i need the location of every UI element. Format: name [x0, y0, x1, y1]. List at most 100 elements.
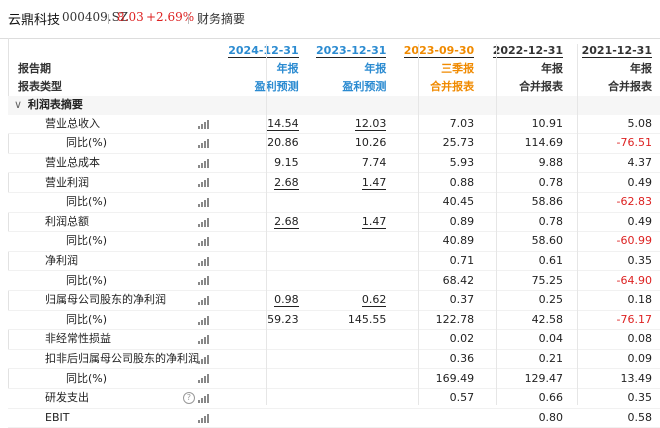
table-cell[interactable]: 0.62 — [306, 290, 395, 311]
table-cell: 145.55 — [306, 310, 395, 331]
bar-chart-icon[interactable] — [197, 374, 209, 384]
breadcrumb-financial-summary[interactable]: 财务摘要 — [197, 10, 245, 27]
table-cell — [218, 270, 307, 291]
bar-chart-icon[interactable] — [197, 393, 209, 403]
divider — [496, 44, 497, 405]
stock-header: 云鼎科技 000409.SZ 8.03 +2.69% 财务摘要 — [0, 0, 660, 39]
table-cell: 0.37 — [394, 290, 483, 311]
table-cell[interactable]: 1.47 — [306, 212, 395, 233]
column-type: 盈利预测 — [254, 80, 299, 93]
table-cell: 10.26 — [306, 133, 395, 154]
bar-chart-icon[interactable] — [197, 335, 209, 345]
bar-chart-icon[interactable] — [197, 276, 209, 286]
chevron-down-icon[interactable]: ∨ — [8, 98, 22, 111]
table-row: 同比(%) 20.86 10.26 25.73 114.69 -76.51 — [8, 133, 660, 154]
table-cell — [306, 231, 395, 252]
table-cell: -60.99 — [571, 231, 660, 252]
divider — [418, 44, 419, 405]
table-row: 研发支出? 0.57 0.66 0.35 — [8, 388, 660, 409]
row-label: 扣非后归属母公司股东的净利润 — [45, 352, 199, 366]
table-cell — [306, 270, 395, 291]
table-cell[interactable]: 12.03 — [306, 114, 395, 135]
table-cell: 7.74 — [306, 153, 395, 174]
row-label: 研发支出 — [45, 391, 89, 405]
table-cell — [306, 388, 395, 409]
table-row: 营业总收入 14.54 12.03 7.03 10.91 5.08 — [8, 114, 660, 135]
bar-chart-icon[interactable] — [197, 158, 209, 168]
bar-chart-icon[interactable] — [197, 256, 209, 266]
stock-name: 云鼎科技 — [8, 13, 61, 28]
divider — [577, 44, 578, 405]
report-period-label: 报告期 — [18, 62, 51, 75]
bar-chart-icon[interactable] — [197, 197, 209, 207]
bar-chart-icon[interactable] — [197, 178, 209, 188]
table-cell: 0.35 — [571, 388, 660, 409]
row-label: 营业总成本 — [45, 156, 100, 170]
row-label: 净利润 — [45, 254, 78, 268]
header-row-period: 报告期 年报 年报 三季报 年报 年报 — [8, 60, 660, 78]
table-cell[interactable]: 1.47 — [306, 172, 395, 193]
table-cell[interactable]: 14.54 — [218, 114, 307, 135]
column-period: 年报 — [630, 62, 652, 75]
table-row: 同比(%) 169.49 129.47 13.49 — [8, 368, 660, 389]
table-cell: 0.49 — [571, 212, 660, 233]
bar-chart-icon[interactable] — [197, 295, 209, 305]
table-cell: -76.51 — [571, 133, 660, 154]
help-icon[interactable]: ? — [182, 391, 195, 404]
table-cell: -76.17 — [571, 310, 660, 331]
stock-change: +2.69% — [146, 10, 195, 24]
table-row: 同比(%) 40.45 58.86 -62.83 — [8, 192, 660, 213]
divider — [188, 14, 189, 24]
divider — [266, 44, 267, 405]
table-cell: 40.89 — [394, 231, 483, 252]
table-cell: 25.73 — [394, 133, 483, 154]
header-row-type: 报表类型 盈利预测 盈利预测 合并报表 合并报表 合并报表 — [8, 78, 660, 96]
table-cell — [394, 408, 483, 428]
table-cell — [218, 329, 307, 350]
table-cell: 0.09 — [571, 349, 660, 370]
column-period: 三季报 — [441, 62, 475, 75]
stock-price: 8.03 — [117, 10, 144, 24]
financial-summary-table: 2024-12-31 2023-12-31 2023-09-30 2022-12… — [8, 42, 660, 428]
section-income-summary[interactable]: ∨ 利润表摘要 — [8, 96, 660, 115]
bar-chart-icon[interactable] — [197, 217, 209, 227]
column-date[interactable]: 2023-12-31 — [307, 42, 395, 60]
row-label: 同比(%) — [66, 371, 108, 385]
table-cell: 0.57 — [394, 388, 483, 409]
row-label: 同比(%) — [66, 195, 108, 209]
column-date[interactable]: 2024-12-31 — [219, 42, 307, 60]
table-cell[interactable]: 2.68 — [218, 172, 307, 193]
bar-chart-icon[interactable] — [197, 119, 209, 129]
table-cell — [218, 408, 307, 428]
table-cell — [218, 368, 307, 389]
table-cell[interactable]: 0.98 — [218, 290, 307, 311]
table-row: 扣非后归属母公司股东的净利润 0.36 0.21 0.09 — [8, 349, 660, 370]
table-row: 归属母公司股东的净利润 0.98 0.62 0.37 0.25 0.18 — [8, 290, 660, 311]
bar-chart-icon[interactable] — [197, 315, 209, 325]
table-row: EBIT 0.80 0.58 — [8, 408, 660, 428]
row-label: 归属母公司股东的净利润 — [45, 293, 166, 307]
table-cell: 0.49 — [571, 172, 660, 193]
row-label: 营业利润 — [45, 175, 89, 189]
table-cell: -64.90 — [571, 270, 660, 291]
table-row: 净利润 0.71 0.61 0.35 — [8, 251, 660, 272]
table-row: 同比(%) 68.42 75.25 -64.90 — [8, 270, 660, 291]
column-date[interactable]: 2021-12-31 — [571, 42, 660, 60]
table-cell: -62.83 — [571, 192, 660, 213]
row-label: 同比(%) — [66, 312, 108, 326]
column-period: 年报 — [276, 62, 299, 75]
column-date[interactable]: 2023-09-30 — [394, 42, 482, 60]
row-label: 同比(%) — [66, 273, 108, 287]
bar-chart-icon[interactable] — [197, 354, 209, 364]
column-period: 年报 — [364, 62, 387, 75]
bar-chart-icon[interactable] — [197, 139, 209, 149]
row-label: 利润总额 — [45, 214, 89, 228]
bar-chart-icon[interactable] — [197, 237, 209, 247]
bar-chart-icon[interactable] — [197, 413, 209, 423]
table-cell: 122.78 — [394, 310, 483, 331]
table-cell: 0.58 — [571, 408, 660, 428]
table-cell: 68.42 — [394, 270, 483, 291]
table-cell[interactable]: 2.68 — [218, 212, 307, 233]
table-cell — [218, 192, 307, 213]
table-cell: 0.18 — [571, 290, 660, 311]
